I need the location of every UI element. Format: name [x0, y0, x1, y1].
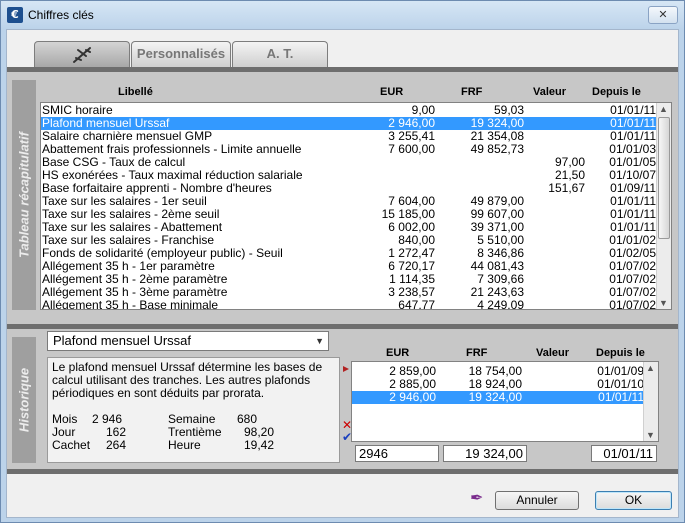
hist-header-valeur: Valeur	[536, 347, 570, 359]
title-bar[interactable]: € Chiffres clés ✕	[1, 1, 684, 29]
col-header-depuis: Depuis le	[592, 86, 641, 98]
tab-at[interactable]: A. T.	[232, 41, 328, 67]
col-header-frf: FRF	[461, 86, 483, 98]
dialog-client: Personnalisés A. T. Tableau récapitulati…	[6, 29, 679, 518]
table-row[interactable]: Allégement 35 h - Base minimale 647,77 4 2…	[41, 299, 657, 310]
new-entry-icon[interactable]	[342, 365, 350, 373]
stat-cachet-label: Cachet	[52, 438, 91, 452]
col-header-eur: EUR	[380, 86, 404, 98]
recap-scrollbar[interactable]: ▲ ▼	[656, 103, 671, 309]
hist-header-eur: EUR	[386, 347, 410, 359]
chevron-down-icon[interactable]: ▼	[315, 332, 324, 350]
hist-header-frf: FRF	[466, 347, 488, 359]
ok-button[interactable]: OK	[595, 491, 672, 510]
footer-divider	[7, 469, 678, 474]
scroll-down-icon[interactable]: ▼	[646, 430, 655, 440]
description-text: Le plafond mensuel Urssaf détermine les …	[52, 360, 323, 400]
hist-header-depuis: Depuis le	[596, 347, 645, 359]
frf-edit-field[interactable]: 19 324,00	[443, 445, 527, 462]
cell-valeur: 151,67	[548, 181, 585, 195]
scroll-up-icon[interactable]: ▲	[659, 104, 668, 114]
col-header-libelle: Libellé	[118, 86, 153, 98]
tab-airplane[interactable]	[34, 41, 130, 67]
stat-heure-value: 19,42	[244, 438, 275, 452]
tab-personnalises[interactable]: Personnalisés	[131, 41, 231, 67]
date-edit-field[interactable]: 01/01/11	[591, 445, 657, 462]
window-title: Chiffres clés	[28, 8, 94, 22]
euro-app-icon: €	[7, 7, 23, 23]
dialog-window: € Chiffres clés ✕ Personnalisés A. T. Ta…	[0, 0, 685, 523]
cell-eur: 2 946,00	[389, 390, 436, 404]
cell-eur: 7 600,00	[388, 142, 435, 156]
history-section: Historique Plafond mensuel Urssaf ▼ Le p…	[7, 329, 678, 469]
history-scrollbar[interactable]: ▲ ▼	[643, 362, 658, 441]
cell-frf: 19 324,00	[468, 390, 522, 404]
cell-depuis: 01/01/11	[598, 390, 644, 404]
cancel-button[interactable]: Annuler	[495, 491, 579, 510]
history-section-label: Historique	[12, 337, 36, 463]
history-list[interactable]: 2 859,00 18 754,00 01/01/09 2 885,00 18 924,…	[351, 361, 659, 442]
recap-section-label: Tableau récapitulatif	[12, 80, 36, 310]
recap-list[interactable]: SMIC horaire 9,00 59,03 01/01/11 Plafond men…	[40, 102, 672, 310]
scroll-up-icon[interactable]: ▲	[646, 363, 655, 373]
airplane-icon	[73, 47, 91, 63]
scroll-down-icon[interactable]: ▼	[659, 298, 668, 308]
eur-edit-field[interactable]: 2946	[355, 445, 439, 462]
cell-frf: 49 852,73	[470, 142, 524, 156]
scrollbar-thumb[interactable]	[658, 117, 670, 239]
cell-libelle: Allégement 35 h - Base minimale	[42, 298, 219, 310]
cell-frf: 4 249,09	[477, 298, 524, 310]
history-select-value: Plafond mensuel Urssaf	[53, 333, 192, 348]
cell-eur: 647,77	[398, 298, 435, 310]
col-header-valeur: Valeur	[533, 86, 567, 98]
cell-depuis: 01/07/02	[609, 298, 656, 310]
pen-edit-icon[interactable]: ✒	[470, 488, 483, 508]
recap-section: Tableau récapitulatif Libellé EUR FRF Va…	[7, 72, 678, 324]
stat-heure-label: Heure	[168, 438, 201, 452]
list-item[interactable]: 2 946,00 19 324,00 01/01/11	[352, 391, 645, 404]
close-button[interactable]: ✕	[648, 6, 678, 24]
stat-cachet-value: 264	[106, 438, 127, 452]
history-select[interactable]: Plafond mensuel Urssaf ▼	[47, 331, 329, 351]
description-panel: Le plafond mensuel Urssaf détermine les …	[47, 357, 340, 463]
